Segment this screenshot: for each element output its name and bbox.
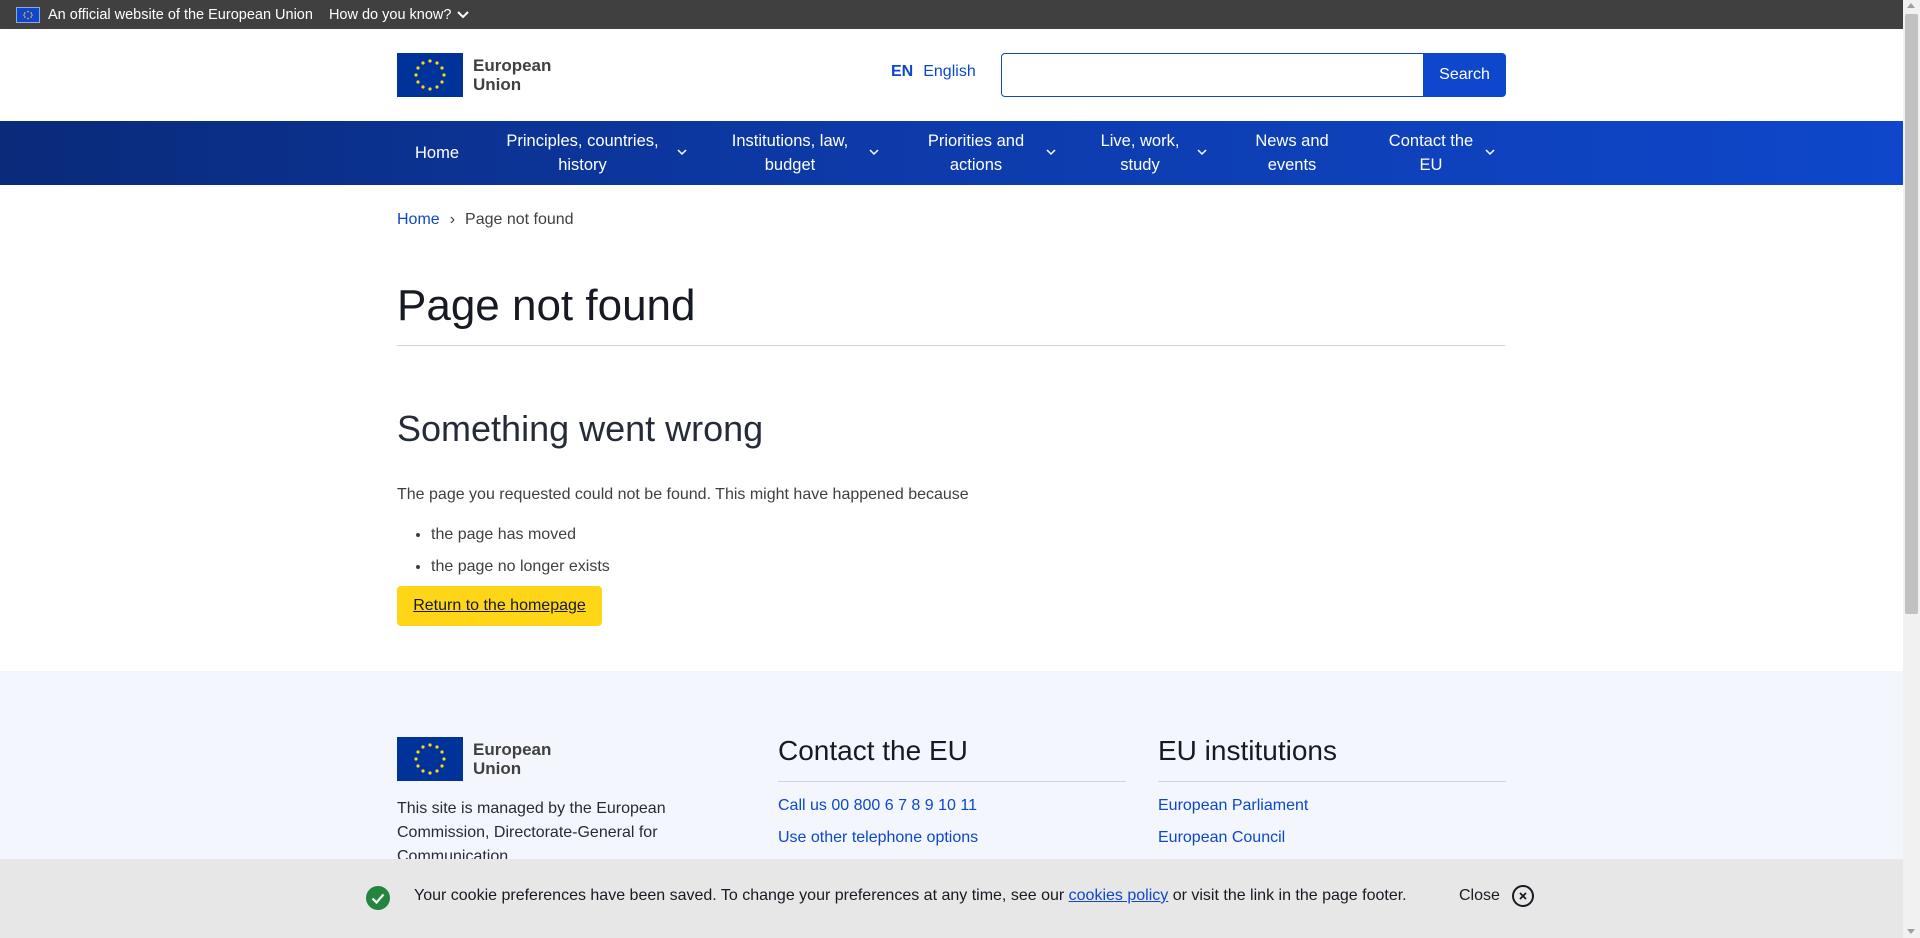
eu-flag-icon <box>397 737 463 781</box>
site-header: European Union EN English Search <box>0 29 1903 121</box>
nav-item-contact[interactable]: Contact the EU <box>1380 121 1482 185</box>
return-homepage-button[interactable]: Return to the homepage <box>397 586 602 626</box>
search-form: Search <box>1001 53 1506 97</box>
official-website-text: An official website of the European Unio… <box>48 6 313 23</box>
breadcrumb-home-link[interactable]: Home <box>397 211 440 229</box>
cookie-close-button[interactable]: Close <box>1459 885 1534 907</box>
how-do-you-know-toggle[interactable]: How do you know? <box>329 7 470 23</box>
cookie-text-before: Your cookie preferences have been saved.… <box>414 887 1069 904</box>
chevron-down-icon[interactable] <box>1485 149 1495 156</box>
chevron-down-icon[interactable] <box>1046 149 1056 156</box>
nav-item-principles[interactable]: Principles, countries, history <box>500 121 665 185</box>
page-title: Page not found <box>397 281 696 330</box>
scrollbar-thumb[interactable] <box>1905 14 1918 614</box>
nav-item-news-events[interactable]: News and events <box>1242 121 1342 185</box>
chevron-down-icon[interactable] <box>1197 149 1207 156</box>
eu-stars <box>414 743 446 775</box>
breadcrumb-current: Page not found <box>465 211 574 228</box>
nav-label: Principles, countries, history <box>506 132 659 174</box>
logo-line1: European <box>473 56 552 75</box>
title-divider <box>397 345 1505 346</box>
main-navigation: Home Principles, countries, history Insti… <box>0 121 1903 185</box>
close-label: Close <box>1459 887 1500 904</box>
language-name: English <box>923 63 976 80</box>
nav-item-institutions[interactable]: Institutions, law, budget <box>725 121 855 185</box>
footer-link-call[interactable]: Call us 00 800 6 7 8 9 10 11 <box>778 797 977 815</box>
scroll-down-icon[interactable] <box>1907 929 1915 934</box>
error-intro-text: The page you requested could not be foun… <box>397 486 969 503</box>
cookie-message: Your cookie preferences have been saved.… <box>414 887 1407 905</box>
logo-text: European Union <box>473 740 551 778</box>
nav-item-priorities[interactable]: Priorities and actions <box>915 121 1037 185</box>
nav-label: Institutions, law, budget <box>731 132 849 174</box>
page-scrollbar[interactable] <box>1903 0 1920 938</box>
footer-contact-title: Contact the EU <box>778 735 968 766</box>
footer-link-telephone-options[interactable]: Use other telephone options <box>778 829 978 847</box>
global-banner: An official website of the European Unio… <box>0 0 1903 29</box>
logo-text: European Union <box>473 56 551 94</box>
error-heading: Something went wrong <box>397 408 764 449</box>
footer-institutions-title: EU institutions <box>1158 735 1337 766</box>
chevron-down-icon[interactable] <box>677 149 687 156</box>
eu-flag-icon <box>16 6 40 23</box>
error-reasons-list: the page has moved the page no longer ex… <box>397 523 610 587</box>
cookies-policy-link[interactable]: cookies policy <box>1069 887 1169 904</box>
footer-divider <box>778 781 1126 782</box>
footer-link-council[interactable]: European Council <box>1158 829 1285 847</box>
cookie-text-after: or visit the link in the page footer. <box>1168 887 1407 904</box>
footer-divider <box>1158 781 1506 782</box>
nav-label: Priorities and actions <box>927 132 1025 174</box>
chevron-down-icon <box>457 10 470 18</box>
how-do-you-know-label: How do you know? <box>328 6 452 23</box>
chevron-down-icon[interactable] <box>869 149 879 156</box>
logo-line2: Union <box>473 75 522 94</box>
footer-logo[interactable]: European Union <box>397 737 551 781</box>
language-code: EN <box>891 63 914 80</box>
logo-line1: European <box>473 740 552 759</box>
nav-label: Home <box>414 144 459 162</box>
list-item: the page no longer exists <box>431 555 610 587</box>
eu-flag-icon <box>397 53 463 97</box>
language-selector[interactable]: EN English <box>891 63 976 81</box>
scroll-up-icon[interactable] <box>1907 3 1915 8</box>
search-button[interactable]: Search <box>1423 53 1506 97</box>
logo-line2: Union <box>473 759 522 778</box>
search-input[interactable] <box>1001 53 1423 97</box>
close-icon <box>1511 885 1534 907</box>
cookie-notification: Your cookie preferences have been saved.… <box>0 859 1903 938</box>
check-circle-icon <box>366 886 390 910</box>
footer-link-parliament[interactable]: European Parliament <box>1158 797 1308 815</box>
nav-item-live-work-study[interactable]: Live, work, study <box>1090 121 1190 185</box>
breadcrumb-separator: › <box>449 211 456 228</box>
nav-label: News and events <box>1255 132 1329 174</box>
breadcrumb: Home › Page not found <box>397 211 574 229</box>
nav-label: Live, work, study <box>1100 132 1180 174</box>
nav-label: Contact the EU <box>1388 132 1474 174</box>
list-item: the page has moved <box>431 523 610 555</box>
nav-item-home[interactable]: Home <box>397 121 477 185</box>
eu-stars <box>414 59 446 91</box>
site-logo[interactable]: European Union <box>397 53 551 97</box>
